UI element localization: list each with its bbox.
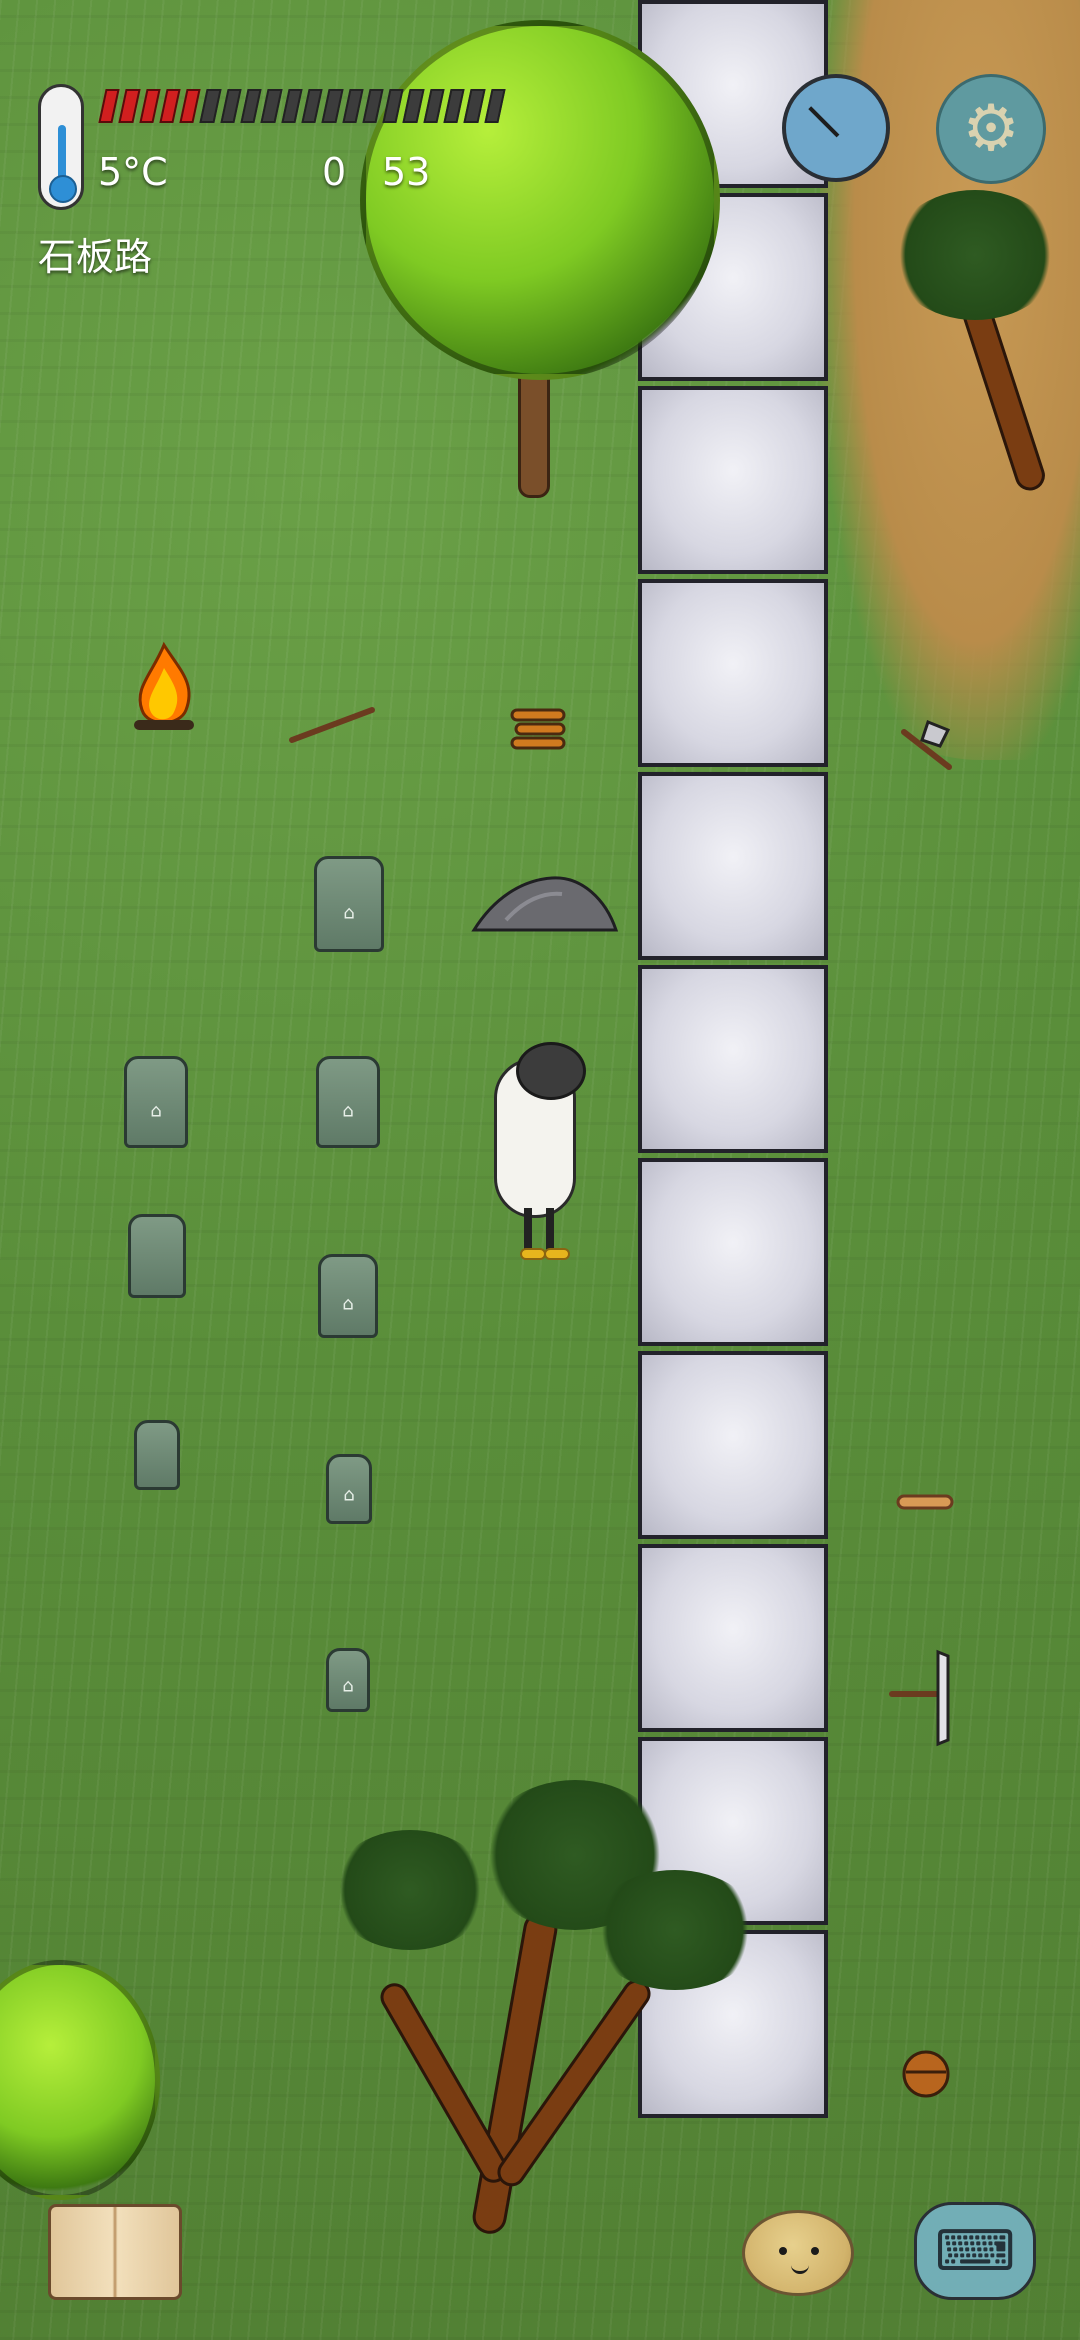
potato-eye <box>811 2247 819 2255</box>
health-segment <box>402 89 425 123</box>
health-segment <box>281 89 303 123</box>
location-label: 石板路 <box>38 235 153 279</box>
bronze-bell[interactable]: ⌂ <box>316 1056 380 1148</box>
pine-tree[interactable] <box>860 130 1080 510</box>
health-segment <box>423 89 445 123</box>
bell-mark: ⌂ <box>342 1293 354 1315</box>
health-bar <box>98 86 507 126</box>
axe[interactable] <box>894 712 964 782</box>
firewood-icon <box>510 708 566 750</box>
sheep-foot <box>544 1248 570 1260</box>
bell-mark: ⌂ <box>343 1484 355 1506</box>
health-segment <box>382 89 405 123</box>
health-segment <box>179 89 202 123</box>
pickaxe[interactable] <box>886 1644 956 1748</box>
gear-icon: ⚙ <box>962 92 1020 166</box>
compass-icon <box>808 106 840 138</box>
pickaxe-icon <box>889 1649 950 1747</box>
path-stone-tile[interactable] <box>638 965 828 1153</box>
sheep-foot <box>520 1248 546 1260</box>
firewood-bundle[interactable] <box>506 702 570 754</box>
health-segment <box>138 89 161 123</box>
journal-button[interactable] <box>48 2204 182 2300</box>
potato-eye <box>779 2247 787 2255</box>
leafy-tree[interactable] <box>360 20 720 380</box>
health-segment <box>301 89 323 123</box>
keyboard-icon: ⌨ <box>934 2218 1016 2284</box>
bronze-bell[interactable] <box>128 1214 186 1298</box>
health-segment <box>199 89 222 123</box>
settings-button[interactable]: ⚙ <box>936 74 1046 184</box>
path-stone-tile[interactable] <box>638 1158 828 1346</box>
rock-pile-icon <box>471 876 619 932</box>
bell-mark: ⌂ <box>150 1100 162 1122</box>
sheep-leg <box>524 1208 532 1252</box>
path-stone-tile[interactable] <box>638 1544 828 1732</box>
thermometer-bulb <box>49 175 77 203</box>
path-stone-tile[interactable] <box>638 386 828 574</box>
sheep-head <box>516 1042 586 1100</box>
chestnut[interactable] <box>894 2044 958 2104</box>
temperature-text: 5°C <box>98 150 168 194</box>
bell-mark: ⌂ <box>342 1675 354 1697</box>
emote-button[interactable] <box>742 2210 854 2296</box>
health-segment <box>159 89 181 123</box>
health-segment <box>260 89 283 123</box>
health-segment <box>220 89 242 123</box>
health-segment <box>341 89 364 123</box>
bronze-bell[interactable]: ⌂ <box>326 1454 372 1524</box>
potato-mouth <box>791 2261 809 2274</box>
plank-icon <box>896 1494 954 1510</box>
fire-icon <box>134 641 194 730</box>
health-segment <box>443 89 465 123</box>
bell-mark: ⌂ <box>343 902 355 924</box>
compass-button[interactable] <box>782 74 890 182</box>
bronze-bell[interactable]: ⌂ <box>124 1056 188 1148</box>
health-segment <box>118 89 141 123</box>
bronze-bell[interactable] <box>134 1420 180 1490</box>
counter-right: 53 <box>382 150 431 194</box>
pine-tree[interactable] <box>310 1760 790 2240</box>
stick-icon <box>289 707 375 743</box>
path-stone-tile[interactable] <box>638 1351 828 1539</box>
bronze-bell[interactable]: ⌂ <box>314 856 384 952</box>
bell-mark: ⌂ <box>342 1100 354 1122</box>
path-stone-tile[interactable] <box>638 579 828 767</box>
axe-icon <box>901 720 952 770</box>
stick[interactable] <box>286 700 378 750</box>
sheep-leg <box>546 1208 554 1252</box>
health-segment <box>321 89 344 123</box>
chestnut-icon <box>902 2050 950 2098</box>
counter-left: 0 <box>322 150 347 194</box>
path-stone-tile[interactable] <box>638 772 828 960</box>
rock-pile[interactable] <box>466 860 622 938</box>
temperature-icon <box>38 84 84 210</box>
chat-button[interactable]: ⌨ <box>914 2202 1036 2300</box>
bronze-bell[interactable]: ⌂ <box>318 1254 378 1338</box>
health-segment <box>463 89 486 123</box>
campfire[interactable] <box>118 640 210 740</box>
health-segment <box>362 89 384 123</box>
wood-plank[interactable] <box>894 1490 956 1514</box>
health-segment <box>240 89 262 123</box>
bronze-bell[interactable]: ⌂ <box>326 1648 370 1712</box>
